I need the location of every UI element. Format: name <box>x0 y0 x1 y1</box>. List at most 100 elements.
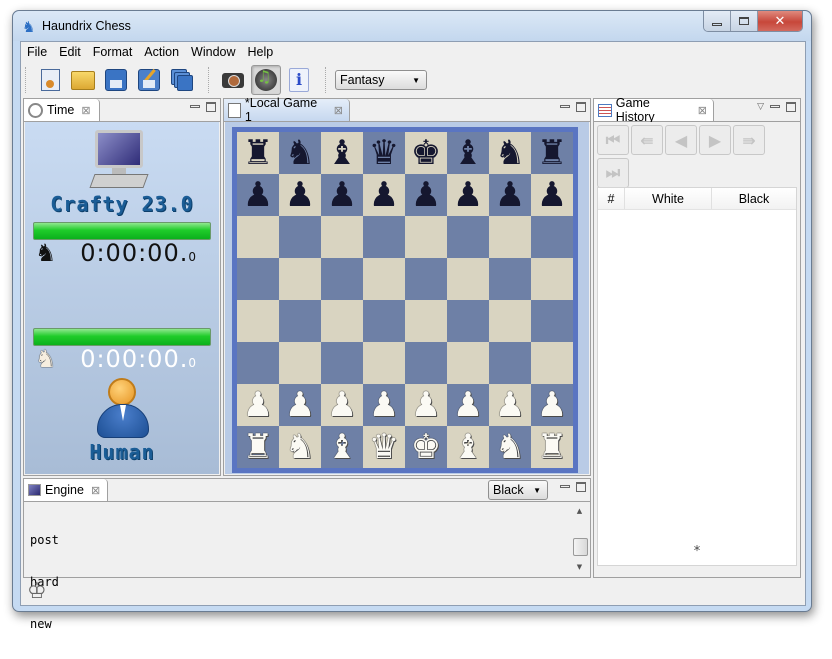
square-d4[interactable] <box>363 300 405 342</box>
square-d7[interactable]: ♟ <box>363 174 405 216</box>
close-tab-icon[interactable]: ⊠ <box>698 104 707 117</box>
black-bishop-piece[interactable]: ♝ <box>453 132 483 174</box>
close-tab-icon[interactable]: ⊠ <box>91 484 100 497</box>
square-h2[interactable]: ♟ <box>531 384 573 426</box>
close-tab-icon[interactable]: ⊠ <box>81 104 90 117</box>
square-d3[interactable] <box>363 342 405 384</box>
screenshot-button[interactable] <box>218 65 248 95</box>
save-all-button[interactable] <box>167 65 197 95</box>
tab-engine[interactable]: Engine ⊠ <box>24 479 108 501</box>
engine-side-select[interactable]: Black ▼ <box>488 480 548 500</box>
minimize-button[interactable] <box>704 11 731 31</box>
engine-scrollbar[interactable]: ▲ ▼ <box>572 504 588 574</box>
menu-format[interactable]: Format <box>87 42 139 62</box>
square-b1[interactable]: ♞ <box>279 426 321 468</box>
white-knight-piece[interactable]: ♞ <box>495 426 525 468</box>
white-pawn-piece[interactable]: ♟ <box>411 384 441 426</box>
black-pawn-piece[interactable]: ♟ <box>495 174 525 216</box>
white-queen-piece[interactable]: ♛ <box>369 426 399 468</box>
square-a1[interactable]: ♜ <box>237 426 279 468</box>
minimize-panel-icon[interactable] <box>560 104 570 108</box>
square-f8[interactable]: ♝ <box>447 132 489 174</box>
square-h5[interactable] <box>531 258 573 300</box>
back-button[interactable]: ◀ <box>665 125 697 155</box>
square-h6[interactable] <box>531 216 573 258</box>
square-e5[interactable] <box>405 258 447 300</box>
maximize-panel-icon[interactable] <box>576 482 586 492</box>
square-c1[interactable]: ♝ <box>321 426 363 468</box>
square-d6[interactable] <box>363 216 405 258</box>
menu-window[interactable]: Window <box>185 42 241 62</box>
square-h4[interactable] <box>531 300 573 342</box>
black-queen-piece[interactable]: ♛ <box>369 132 399 174</box>
square-b8[interactable]: ♞ <box>279 132 321 174</box>
square-e6[interactable] <box>405 216 447 258</box>
square-c5[interactable] <box>321 258 363 300</box>
scroll-down-icon[interactable]: ▼ <box>572 560 587 574</box>
square-g2[interactable]: ♟ <box>489 384 531 426</box>
square-f4[interactable] <box>447 300 489 342</box>
column-white[interactable]: White <box>625 188 712 209</box>
square-a3[interactable] <box>237 342 279 384</box>
menu-edit[interactable]: Edit <box>53 42 87 62</box>
square-b3[interactable] <box>279 342 321 384</box>
square-g6[interactable] <box>489 216 531 258</box>
square-d8[interactable]: ♛ <box>363 132 405 174</box>
forward-button[interactable]: ▶ <box>699 125 731 155</box>
last-move-button[interactable]: ⏭ <box>597 158 629 188</box>
square-d2[interactable]: ♟ <box>363 384 405 426</box>
save-as-button[interactable] <box>134 65 164 95</box>
white-rook-piece[interactable]: ♜ <box>243 426 273 468</box>
maximize-panel-icon[interactable] <box>786 102 796 112</box>
black-pawn-piece[interactable]: ♟ <box>537 174 567 216</box>
maximize-panel-icon[interactable] <box>206 102 216 112</box>
scroll-up-icon[interactable]: ▲ <box>572 504 587 518</box>
menu-file[interactable]: File <box>21 42 53 62</box>
square-f5[interactable] <box>447 258 489 300</box>
square-g4[interactable] <box>489 300 531 342</box>
column-black[interactable]: Black <box>712 188 796 209</box>
square-e3[interactable] <box>405 342 447 384</box>
square-c3[interactable] <box>321 342 363 384</box>
black-knight-piece[interactable]: ♞ <box>495 132 525 174</box>
black-king-piece[interactable]: ♚ <box>411 132 441 174</box>
black-pawn-piece[interactable]: ♟ <box>243 174 273 216</box>
menu-action[interactable]: Action <box>138 42 185 62</box>
white-pawn-piece[interactable]: ♟ <box>243 384 273 426</box>
white-pawn-piece[interactable]: ♟ <box>537 384 567 426</box>
tab-time[interactable]: Time ⊠ <box>24 99 100 121</box>
black-knight-piece[interactable]: ♞ <box>285 132 315 174</box>
black-rook-piece[interactable]: ♜ <box>243 132 273 174</box>
square-g5[interactable] <box>489 258 531 300</box>
forward-fast-button[interactable]: ⇛ <box>733 125 765 155</box>
black-pawn-piece[interactable]: ♟ <box>411 174 441 216</box>
black-pawn-piece[interactable]: ♟ <box>453 174 483 216</box>
white-king-piece[interactable]: ♚ <box>411 426 441 468</box>
white-pawn-piece[interactable]: ♟ <box>327 384 357 426</box>
square-a7[interactable]: ♟ <box>237 174 279 216</box>
square-h8[interactable]: ♜ <box>531 132 573 174</box>
white-knight-piece[interactable]: ♞ <box>285 426 315 468</box>
square-e1[interactable]: ♚ <box>405 426 447 468</box>
square-e2[interactable]: ♟ <box>405 384 447 426</box>
chess-board[interactable]: ♜ ♞ ♝ ♛ ♚ ♝ ♞ ♜ ♟ ♟ ♟ ♟ ♟ ♟ ♟ ♟ ♟ ♟ ♟ ♟ ♟ ♟ ♟ ♟ ♜ ♞ ♝ ♛ ♚ ♝ ♞ ♜ <box>237 132 573 468</box>
square-e8[interactable]: ♚ <box>405 132 447 174</box>
square-a6[interactable] <box>237 216 279 258</box>
square-g3[interactable] <box>489 342 531 384</box>
square-h1[interactable]: ♜ <box>531 426 573 468</box>
minimize-panel-icon[interactable] <box>560 484 570 488</box>
black-bishop-piece[interactable]: ♝ <box>327 132 357 174</box>
square-c2[interactable]: ♟ <box>321 384 363 426</box>
square-f2[interactable]: ♟ <box>447 384 489 426</box>
square-c8[interactable]: ♝ <box>321 132 363 174</box>
black-rook-piece[interactable]: ♜ <box>537 132 567 174</box>
square-e7[interactable]: ♟ <box>405 174 447 216</box>
square-g8[interactable]: ♞ <box>489 132 531 174</box>
black-pawn-piece[interactable]: ♟ <box>369 174 399 216</box>
white-pawn-piece[interactable]: ♟ <box>285 384 315 426</box>
square-f7[interactable]: ♟ <box>447 174 489 216</box>
column-number[interactable]: # <box>598 188 625 209</box>
white-pawn-piece[interactable]: ♟ <box>495 384 525 426</box>
square-g7[interactable]: ♟ <box>489 174 531 216</box>
white-bishop-piece[interactable]: ♝ <box>453 426 483 468</box>
